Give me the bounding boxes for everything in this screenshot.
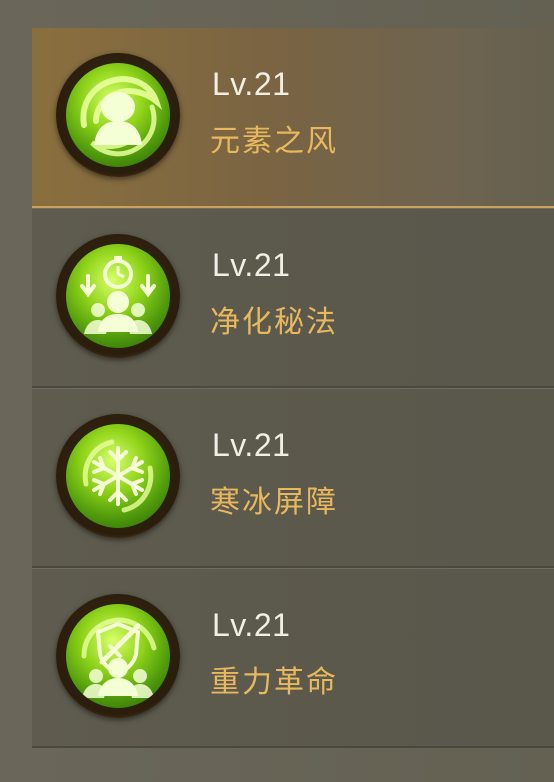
shield-sword-icon — [66, 604, 170, 708]
skill-icon-frame — [56, 234, 180, 358]
skill-name: 寒冰屏障 — [210, 485, 338, 520]
skill-row-ice[interactable]: Lv.21 寒冰屏障 — [32, 388, 554, 568]
wind-spirit-icon — [66, 63, 170, 167]
skill-level: Lv.21 — [212, 247, 291, 283]
skill-level: Lv.21 — [212, 607, 291, 643]
snowflake-icon — [66, 424, 170, 528]
skill-row-gravity[interactable]: Lv.21 重力革命 — [32, 568, 554, 748]
skill-row-purify[interactable]: Lv.21 净化秘法 — [32, 208, 554, 388]
skill-row-wind[interactable]: Lv.21 元素之风 — [32, 28, 554, 208]
skill-icon-frame — [56, 53, 180, 177]
skill-panel: Lv.21 元素之风 Lv.21 净化秘法 Lv.21 寒冰屏障 Lv.21 重… — [0, 0, 554, 782]
purify-timer-icon — [66, 244, 170, 348]
skill-list: Lv.21 元素之风 Lv.21 净化秘法 Lv.21 寒冰屏障 Lv.21 重… — [32, 28, 554, 748]
skill-name: 元素之风 — [210, 124, 338, 159]
skill-name: 重力革命 — [210, 665, 338, 700]
skill-level: Lv.21 — [212, 66, 291, 102]
skill-level: Lv.21 — [212, 427, 291, 463]
skill-icon-frame — [56, 594, 180, 718]
skill-icon-frame — [56, 414, 180, 538]
skill-name: 净化秘法 — [210, 305, 338, 340]
